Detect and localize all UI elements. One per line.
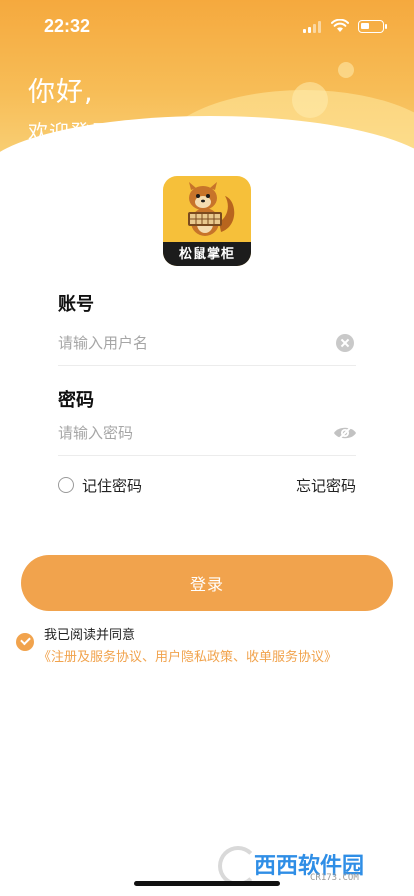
wifi-icon [331, 19, 349, 32]
watermark-c-icon [218, 846, 258, 886]
remember-password-label[interactable]: 记住密码 [82, 475, 142, 496]
forgot-password-link[interactable]: 忘记密码 [296, 475, 356, 496]
welcome-subtitle: 欢迎登录松鼠掌柜! [28, 120, 206, 144]
agreement-checkbox[interactable] [16, 633, 34, 651]
signal-icon [303, 21, 323, 33]
clear-input-icon[interactable] [336, 334, 354, 352]
divider [58, 365, 356, 366]
header-bubble [292, 82, 328, 118]
logo-text: 松鼠掌柜 [178, 247, 235, 262]
agreement-links[interactable]: 《注册及服务协议、用户隐私政策、收单服务协议》 [38, 646, 337, 665]
status-time: 22:32 [44, 16, 91, 36]
divider [58, 455, 356, 456]
watermark-logo: 西西软件园 CR173.COM [218, 846, 398, 886]
app-logo: 松鼠掌柜 [163, 176, 251, 266]
squirrel-icon [188, 182, 235, 236]
agreement-text: 我已阅读并同意 [44, 628, 136, 643]
battery-icon [358, 20, 387, 33]
password-label: 密码 [58, 390, 94, 411]
watermark-url: CR173.COM [310, 873, 359, 883]
status-bar: 22:32 [0, 0, 414, 50]
header-bubble [338, 62, 354, 78]
remember-radio[interactable] [58, 477, 74, 493]
remember-password-toggle[interactable]: 记住密码 [58, 474, 142, 496]
home-indicator[interactable] [134, 881, 280, 886]
password-input[interactable] [58, 418, 356, 448]
greeting-title: 你好, [28, 77, 94, 108]
account-label: 账号 [58, 294, 94, 315]
account-input[interactable] [58, 328, 356, 358]
login-button[interactable]: 登录 [21, 555, 393, 611]
eye-closed-icon[interactable] [333, 424, 357, 442]
header-banner: 22:32 你好, 欢迎登录松鼠掌柜! [0, 0, 414, 168]
